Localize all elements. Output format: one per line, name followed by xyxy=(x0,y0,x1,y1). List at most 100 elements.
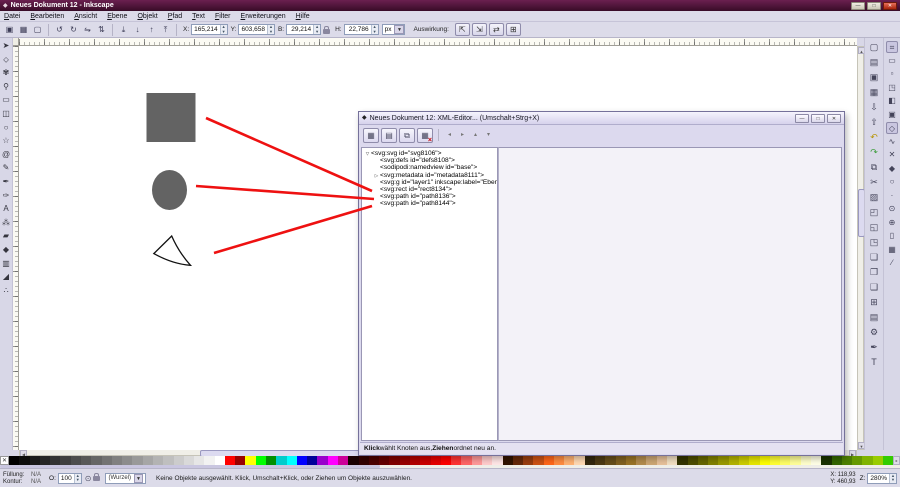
zoom-to-selection-icon[interactable]: ◰ xyxy=(868,206,881,219)
palette-swatch[interactable] xyxy=(338,456,348,465)
palette-swatch[interactable] xyxy=(616,456,626,465)
snap-rotation-centers-icon[interactable]: ⊕ xyxy=(886,217,898,229)
palette-swatch[interactable] xyxy=(359,456,369,465)
palette-swatch[interactable] xyxy=(718,456,728,465)
palette-swatch[interactable] xyxy=(585,456,595,465)
new-document-icon[interactable]: ▢ xyxy=(868,41,881,54)
snap-path-intersections-icon[interactable]: ✕ xyxy=(886,149,898,161)
palette-swatch[interactable] xyxy=(451,456,461,465)
palette-swatch[interactable] xyxy=(636,456,646,465)
layer-dropdown[interactable]: (Wurzel)▼ xyxy=(105,473,146,484)
xml-tree-node[interactable]: <svg:path id="path8136"> xyxy=(362,193,497,200)
gradient-tool-icon[interactable]: ▥ xyxy=(1,258,12,269)
palette-swatch[interactable] xyxy=(71,456,81,465)
zoom-to-page-icon[interactable]: ◳ xyxy=(868,236,881,249)
palette-swatch[interactable] xyxy=(297,456,307,465)
palette-swatch[interactable] xyxy=(873,456,883,465)
undo-icon[interactable]: ↶ xyxy=(868,131,881,144)
connector-tool-icon[interactable]: ∴ xyxy=(1,285,12,296)
layer-lock-icon[interactable] xyxy=(93,476,100,481)
palette-swatch[interactable] xyxy=(749,456,759,465)
palette-swatch[interactable] xyxy=(461,456,471,465)
palette-swatch[interactable] xyxy=(811,456,821,465)
palette-swatch[interactable] xyxy=(60,456,70,465)
snap-grid-icon[interactable]: ▦ xyxy=(886,244,898,256)
palette-swatch[interactable] xyxy=(780,456,790,465)
palette-swatch[interactable] xyxy=(9,456,19,465)
opacity-field[interactable]: 100▲▼ xyxy=(58,473,82,484)
palette-swatch[interactable] xyxy=(91,456,101,465)
palette-swatch[interactable] xyxy=(163,456,173,465)
snap-smooth-nodes-icon[interactable]: ○ xyxy=(886,176,898,188)
snap-bbox-edges-icon[interactable]: ▫ xyxy=(886,68,898,80)
cut-icon[interactable]: ✂ xyxy=(868,176,881,189)
palette-scroll-right-icon[interactable]: ▸ xyxy=(893,456,900,465)
palette-swatch[interactable] xyxy=(400,456,410,465)
save-document-icon[interactable]: ▣ xyxy=(868,71,881,84)
rectangle-tool-icon[interactable]: ▭ xyxy=(1,94,12,105)
affect-move-gradients-button[interactable]: ⇄ xyxy=(489,23,504,36)
star-tool-icon[interactable]: ☆ xyxy=(1,135,12,146)
palette-swatch[interactable] xyxy=(790,456,800,465)
palette-swatch[interactable] xyxy=(646,456,656,465)
xml-node-tree[interactable]: ▽<svg:svg id="svg8106"><svg:defs id="def… xyxy=(361,147,498,441)
palette-swatch[interactable] xyxy=(574,456,584,465)
copy-icon[interactable]: ⧉ xyxy=(868,161,881,174)
move-node-up-button[interactable]: ▴ xyxy=(470,129,481,142)
palette-swatch[interactable] xyxy=(225,456,235,465)
palette-swatch[interactable] xyxy=(420,456,430,465)
pencil-tool-icon[interactable]: ✎ xyxy=(1,162,12,173)
chevron-down-icon[interactable]: ▼ xyxy=(394,25,404,34)
palette-swatch[interactable] xyxy=(307,456,317,465)
xml-close-button[interactable]: ✕ xyxy=(827,114,841,123)
xml-attribute-pane[interactable] xyxy=(498,147,842,441)
palette-swatch[interactable] xyxy=(184,456,194,465)
palette-swatch[interactable] xyxy=(102,456,112,465)
raise-to-top-icon[interactable]: ⤒ xyxy=(159,23,172,36)
palette-swatch-none[interactable]: ✕ xyxy=(0,456,9,465)
palette-swatch[interactable] xyxy=(50,456,60,465)
palette-swatch[interactable] xyxy=(266,456,276,465)
palette-swatch[interactable] xyxy=(174,456,184,465)
palette-swatch[interactable] xyxy=(523,456,533,465)
spiral-tool-icon[interactable]: @ xyxy=(1,149,12,160)
palette-swatch[interactable] xyxy=(708,456,718,465)
palette-swatch[interactable] xyxy=(472,456,482,465)
affect-scale-corners-button[interactable]: ⇲ xyxy=(472,23,487,36)
palette-swatch[interactable] xyxy=(431,456,441,465)
palette-swatch[interactable] xyxy=(410,456,420,465)
document-properties-icon[interactable]: ▤ xyxy=(868,311,881,324)
snap-bounding-box-icon[interactable]: ▭ xyxy=(886,55,898,67)
enable-snapping-icon[interactable]: ⌗ xyxy=(886,41,898,53)
snap-page-border-icon[interactable]: ▯ xyxy=(886,230,898,242)
paste-icon[interactable]: ▨ xyxy=(868,191,881,204)
snap-object-centers-icon[interactable]: ⊙ xyxy=(886,203,898,215)
palette-swatch[interactable] xyxy=(821,456,831,465)
expander-icon[interactable]: ▷ xyxy=(373,172,380,179)
text-font-dialog-icon[interactable]: T xyxy=(868,356,881,369)
node-tool-icon[interactable]: ⬦ xyxy=(1,54,12,65)
ellipse-tool-icon[interactable]: ○ xyxy=(1,122,12,133)
dropper-tool-icon[interactable]: ◢ xyxy=(1,271,12,282)
palette-swatch[interactable] xyxy=(317,456,327,465)
palette-swatch[interactable] xyxy=(503,456,513,465)
duplicate-icon[interactable]: ❏ xyxy=(868,251,881,264)
zoom-to-drawing-icon[interactable]: ◱ xyxy=(868,221,881,234)
paint-bucket-tool-icon[interactable]: ◆ xyxy=(1,244,12,255)
palette-swatch[interactable] xyxy=(492,456,502,465)
menu-item-datei[interactable]: Datei xyxy=(4,13,20,20)
palette-swatch[interactable] xyxy=(245,456,255,465)
palette-swatch[interactable] xyxy=(30,456,40,465)
xml-minimize-button[interactable]: — xyxy=(795,114,809,123)
flip-horizontal-icon[interactable]: ⇋ xyxy=(81,23,94,36)
palette-swatch[interactable] xyxy=(215,456,225,465)
print-document-icon[interactable]: ▦ xyxy=(868,86,881,99)
palette-swatch[interactable] xyxy=(328,456,338,465)
palette-swatch[interactable] xyxy=(379,456,389,465)
palette-swatch[interactable] xyxy=(862,456,872,465)
new-element-node-button[interactable]: ▦ xyxy=(363,128,379,143)
duplicate-node-button[interactable]: ⧉ xyxy=(399,128,415,143)
palette-swatch[interactable] xyxy=(595,456,605,465)
palette-swatch[interactable] xyxy=(842,456,852,465)
palette-swatch[interactable] xyxy=(698,456,708,465)
